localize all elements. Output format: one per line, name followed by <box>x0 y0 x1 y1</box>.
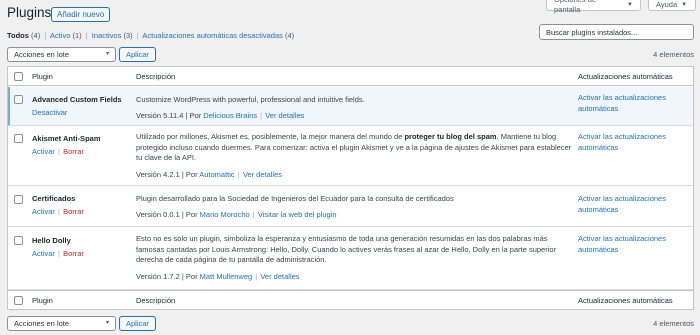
plugin-description: Customize WordPress with powerful, profe… <box>136 95 365 104</box>
bulk-actions-value: Acciones en lote <box>14 319 70 328</box>
filter-autoupdate-off-count: (4) <box>284 31 295 40</box>
table-row: Certificados Activar | Borrar Plugin des… <box>8 187 693 227</box>
meta-separator: | <box>237 169 240 179</box>
apply-button-bottom[interactable]: Aplicar <box>119 316 156 331</box>
row-checkbox[interactable] <box>14 236 23 245</box>
delete-link[interactable]: Borrar <box>63 207 84 216</box>
view-details-link[interactable]: Ver detalles <box>265 111 304 120</box>
status-filters: Todos (4) | Activo (1) | Inactivos (3) |… <box>7 31 294 40</box>
plugin-by: | Por <box>181 209 198 219</box>
filter-separator: | <box>44 31 47 40</box>
action-separator: | <box>58 147 60 156</box>
apply-button-top[interactable]: Aplicar <box>119 47 156 62</box>
table-footer: Plugin Descripción Actualizaciones autom… <box>8 290 693 309</box>
help-label: Ayuda <box>656 0 678 9</box>
plugin-description: Plugin desarrollado para la Sociedad de … <box>136 194 454 203</box>
plugin-author-link[interactable]: Mario Morocho <box>200 210 250 219</box>
bulk-actions-value: Acciones en lote <box>14 50 70 59</box>
page-title: Plugins <box>7 5 52 20</box>
table-header: Plugin Descripción Actualizaciones autom… <box>8 67 693 86</box>
row-checkbox[interactable] <box>14 95 23 104</box>
table-row: Hello Dolly Activar | Borrar Esto no es … <box>8 228 693 290</box>
chevron-down-icon: ▾ <box>105 51 109 57</box>
plugins-table: Plugin Descripción Actualizaciones autom… <box>7 66 694 310</box>
plugin-author-link[interactable]: Delicious Brains <box>203 111 257 120</box>
column-header-auto-updates: Actualizaciones automáticas <box>578 72 673 81</box>
item-count-bottom: 4 elementos <box>653 319 694 328</box>
select-all-checkbox[interactable] <box>14 72 23 81</box>
bulk-actions-select-bottom[interactable]: Acciones en lote ▾ <box>7 316 116 331</box>
filter-all-count: (4) <box>31 31 41 40</box>
chevron-down-icon: ▾ <box>105 320 109 326</box>
screen-options-tab[interactable]: Opciones de pantalla ▼ <box>546 0 641 14</box>
add-new-button[interactable]: Añadir nuevo <box>51 7 111 22</box>
bulk-actions-select-top[interactable]: Acciones en lote ▾ <box>7 47 116 62</box>
row-checkbox[interactable] <box>14 134 23 143</box>
row-checkbox[interactable] <box>14 195 23 204</box>
column-footer-plugin: Plugin <box>32 296 53 305</box>
meta-separator: | <box>252 209 255 219</box>
filter-inactive[interactable]: Inactivos <box>92 31 122 40</box>
filter-inactive-count: (3) <box>123 31 133 40</box>
filter-active[interactable]: Activo <box>50 31 70 40</box>
activate-link[interactable]: Activar <box>32 207 55 216</box>
column-footer-auto-updates: Actualizaciones automáticas <box>578 296 673 305</box>
visit-plugin-site-link[interactable]: Visitar la web del plugin <box>258 210 337 219</box>
column-header-description: Descripción <box>136 72 176 81</box>
filter-separator: | <box>136 31 139 40</box>
plugin-name: Hello Dolly <box>32 236 71 245</box>
enable-auto-updates-link[interactable]: Activar las actualizaciones automáticas <box>578 93 688 114</box>
help-tab[interactable]: Ayuda ▼ <box>648 0 696 11</box>
filter-autoupdate-off[interactable]: Actualizaciones automáticas desactivadas <box>142 31 283 40</box>
plugin-by: | Por <box>181 169 198 179</box>
plugin-name: Akismet Anti-Spam <box>32 134 101 143</box>
filter-separator: | <box>85 31 88 40</box>
plugin-by: | Por <box>185 110 202 120</box>
activate-link[interactable]: Activar <box>32 249 55 258</box>
meta-separator: | <box>255 271 258 281</box>
plugin-author-link[interactable]: Matt Mullenweg <box>200 272 253 281</box>
filter-all[interactable]: Todos <box>7 31 29 40</box>
screen-options-label: Opciones de pantalla <box>554 0 596 14</box>
column-footer-description: Descripción <box>136 296 176 305</box>
view-details-link[interactable]: Ver detalles <box>243 170 282 179</box>
enable-auto-updates-link[interactable]: Activar las actualizaciones automáticas <box>578 132 688 153</box>
select-all-checkbox[interactable] <box>14 296 23 305</box>
description-bold: proteger tu blog del spam <box>404 132 497 141</box>
view-details-link[interactable]: Ver detalles <box>260 272 299 281</box>
plugin-by: | Por <box>181 271 198 281</box>
action-separator: | <box>58 249 60 258</box>
plugin-version: Versión 0.0.1 <box>136 209 180 219</box>
delete-link[interactable]: Borrar <box>63 249 84 258</box>
plugin-description: Esto no es solo un plugin, simboliza la … <box>136 234 557 264</box>
action-separator: | <box>58 207 60 216</box>
delete-link[interactable]: Borrar <box>63 147 84 156</box>
plugin-version: Versión 4.2.1 <box>136 169 180 179</box>
deactivate-link[interactable]: Desactivar <box>32 108 67 117</box>
plugin-description: Utilizado por millones, Akismet es, posi… <box>136 132 572 164</box>
meta-separator: | <box>260 110 263 120</box>
enable-auto-updates-link[interactable]: Activar las actualizaciones automáticas <box>578 194 688 215</box>
plugin-author-link[interactable]: Automattic <box>199 170 234 179</box>
chevron-down-icon: ▼ <box>681 1 688 8</box>
description-text: Utilizado por millones, Akismet es, posi… <box>136 132 405 141</box>
chevron-down-icon: ▼ <box>627 1 633 8</box>
table-row: Advanced Custom Fields Desactivar Custom… <box>8 87 693 126</box>
plugin-name: Advanced Custom Fields <box>32 95 122 104</box>
column-header-plugin: Plugin <box>32 72 53 81</box>
plugin-version: Versión 1.7.2 <box>136 271 180 281</box>
plugin-version: Versión 5.11.4 <box>136 110 184 120</box>
table-row: Akismet Anti-Spam Activar | Borrar Utili… <box>8 127 693 186</box>
activate-link[interactable]: Activar <box>32 147 55 156</box>
plugin-name: Certificados <box>32 194 76 203</box>
filter-active-count: (1) <box>72 31 82 40</box>
search-plugins-input[interactable] <box>539 24 694 40</box>
item-count-top: 4 elementos <box>653 50 694 59</box>
enable-auto-updates-link[interactable]: Activar las actualizaciones automáticas <box>578 234 688 255</box>
